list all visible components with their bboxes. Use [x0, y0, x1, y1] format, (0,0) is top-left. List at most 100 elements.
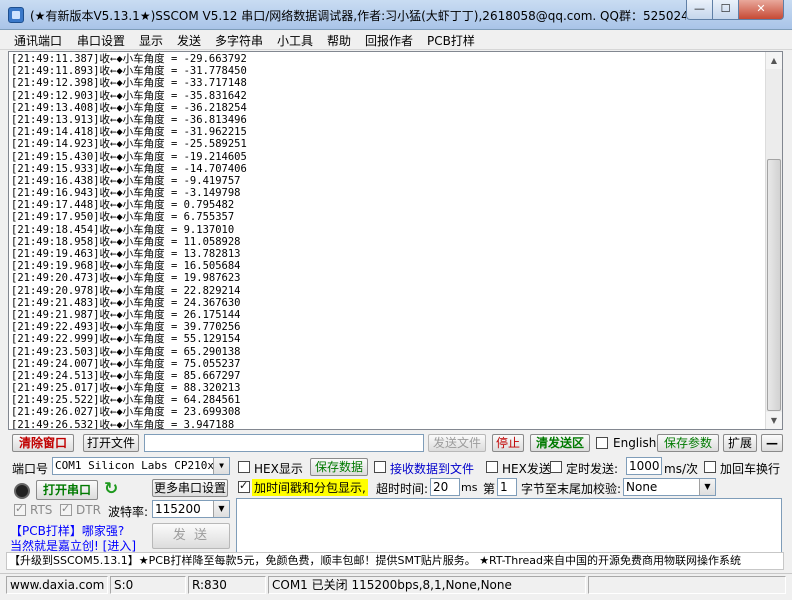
log-line: [21:49:16.438]收←◆小车角度 = -9.419757	[11, 174, 241, 187]
timestamp-label: 加时间戳和分包显示,	[252, 479, 368, 496]
log-line: [21:49:22.493]收←◆小车角度 = 39.770256	[11, 321, 241, 334]
scroll-down-icon[interactable]: ▼	[766, 412, 782, 429]
log-line: [21:49:15.933]收←◆小车角度 = -14.707406	[11, 162, 247, 175]
log-line: [21:49:26.532]收←◆小车角度 = 3.947188	[11, 418, 235, 430]
checksum-value: None	[626, 480, 658, 494]
menu-item-port[interactable]: 通讯端口	[12, 32, 64, 49]
log-line: [21:49:25.017]收←◆小车角度 = 88.320213	[11, 382, 241, 395]
expand-button[interactable]: 扩展	[723, 434, 757, 452]
clear-window-button[interactable]: 清除窗口	[12, 434, 74, 452]
hex-display-checkbox[interactable]	[238, 461, 250, 473]
baud-label: 波特率:	[108, 505, 149, 519]
english-checkbox[interactable]	[596, 437, 608, 449]
recv-to-file-checkbox[interactable]	[374, 461, 386, 473]
more-settings-button[interactable]: 更多串口设置	[152, 479, 228, 497]
hex-display-label: HEX显示	[254, 462, 303, 476]
hex-send-label: HEX发送	[502, 462, 551, 476]
menu-item-send[interactable]: 发送	[175, 32, 203, 49]
timeout-input[interactable]: 20	[430, 478, 460, 496]
file-path-input[interactable]	[144, 434, 424, 452]
timed-send-checkbox[interactable]	[550, 461, 562, 473]
log-line: [21:49:20.978]收←◆小车角度 = 22.829214	[11, 284, 241, 297]
interval-unit: ms/次	[664, 462, 698, 476]
maximize-button[interactable]: ☐	[712, 0, 739, 20]
add-crlf-checkbox[interactable]	[704, 461, 716, 473]
log-line: [21:49:14.923]收←◆小车角度 = -25.589251	[11, 138, 247, 151]
dtr-label: DTR	[76, 503, 101, 517]
status-website[interactable]: www.daxia.com	[6, 576, 108, 594]
log-line: [21:49:18.958]收←◆小车角度 = 11.058928	[11, 235, 241, 248]
clear-send-button[interactable]: 清发送区	[530, 434, 590, 452]
title-bar: (★有新版本V5.13.1★)SSCOM V5.12 串口/网络数据调试器,作者…	[0, 0, 792, 30]
refresh-icon[interactable]: ↻	[104, 479, 118, 499]
open-file-button[interactable]: 打开文件	[83, 434, 139, 452]
menu-bar: 通讯端口 串口设置 显示 发送 多字符串 小工具 帮助 回报作者 PCB打样	[0, 30, 792, 50]
chevron-down-icon[interactable]: ▼	[213, 501, 229, 517]
log-line: [21:49:23.503]收←◆小车角度 = 65.290138	[11, 345, 241, 358]
save-data-button[interactable]: 保存数据	[310, 458, 368, 476]
log-line: [21:49:15.430]收←◆小车角度 = -19.214605	[11, 150, 247, 163]
english-label: English	[613, 436, 657, 450]
timestamp-checkbox[interactable]	[238, 479, 250, 493]
open-port-button[interactable]: 打开串口	[36, 480, 98, 500]
status-empty	[588, 576, 786, 594]
log-line: [21:49:21.483]收←◆小车角度 = 24.367630	[11, 296, 241, 309]
minimize-button[interactable]: —	[686, 0, 713, 20]
jlc-promo-link[interactable]: [进入]	[103, 539, 136, 553]
recv-to-file-label: 接收数据到文件	[390, 462, 475, 476]
timeout-label: 超时时间:	[376, 482, 429, 496]
port-status-icon	[14, 483, 30, 499]
promo-ticker[interactable]: 【升级到SSCOM5.13.1】★PCB打样降至每款5元，免颜色费，顺丰包邮！提…	[6, 552, 784, 570]
hex-send-checkbox[interactable]	[486, 461, 498, 473]
chevron-down-icon[interactable]: ▼	[699, 479, 715, 495]
log-line: [21:49:16.943]收←◆小车角度 = -3.149798	[11, 187, 241, 200]
log-line: [21:49:24.513]收←◆小车角度 = 85.667297	[11, 369, 241, 382]
menu-item-help[interactable]: 帮助	[325, 32, 353, 49]
nth-input[interactable]: 1	[497, 478, 517, 496]
receive-log[interactable]: [21:49:11.387]收←◆小车角度 = -29.663792 [21:49…	[8, 51, 783, 430]
log-line: [21:49:17.448]收←◆小车角度 = 0.795482	[11, 199, 235, 212]
log-line: [21:49:21.987]收←◆小车角度 = 26.175144	[11, 308, 241, 321]
log-line: [21:49:19.968]收←◆小车角度 = 16.505684	[11, 260, 241, 273]
promo-ticker-text: 【升级到SSCOM5.13.1】★PCB打样降至每款5元，免颜色费，顺丰包邮！提…	[9, 554, 742, 567]
menu-item-display[interactable]: 显示	[137, 32, 165, 49]
rts-checkbox[interactable]	[14, 502, 26, 516]
menu-item-report-author[interactable]: 回报作者	[363, 32, 415, 49]
log-line: [21:49:20.473]收←◆小车角度 = 19.987623	[11, 272, 241, 285]
log-scrollbar[interactable]: ▲ ▼	[765, 52, 782, 429]
checksum-select[interactable]: None ▼	[623, 478, 716, 496]
menu-item-serial-settings[interactable]: 串口设置	[75, 32, 127, 49]
menu-item-pcb[interactable]: PCB打样	[425, 32, 477, 49]
menu-item-multi-string[interactable]: 多字符串	[213, 32, 265, 49]
checksum-label: 字节至末尾加校验:	[521, 482, 622, 496]
collapse-button[interactable]: —	[761, 434, 783, 452]
dtr-checkbox[interactable]	[60, 502, 72, 516]
log-line: [21:49:13.913]收←◆小车角度 = -36.813496	[11, 113, 247, 126]
log-line: [21:49:12.903]收←◆小车角度 = -35.831642	[11, 89, 247, 102]
port-select[interactable]: COM1 Silicon Labs CP210x U ▼	[52, 457, 230, 475]
rts-label: RTS	[30, 503, 53, 517]
status-received: R:830	[188, 576, 266, 594]
timed-send-label: 定时发送:	[566, 462, 619, 476]
send-button[interactable]: 发 送	[152, 523, 230, 549]
status-bar: www.daxia.com S:0 R:830 COM1 已关闭 115200b…	[0, 573, 792, 595]
log-line: [21:49:18.454]收←◆小车角度 = 9.137010	[11, 223, 235, 236]
scroll-thumb[interactable]	[767, 159, 781, 411]
save-params-button[interactable]: 保存参数	[657, 434, 719, 452]
log-line: [21:49:13.408]收←◆小车角度 = -36.218254	[11, 101, 247, 114]
log-line: [21:49:11.893]收←◆小车角度 = -31.778450	[11, 65, 247, 78]
add-crlf-label: 加回车换行	[720, 462, 781, 476]
scroll-up-icon[interactable]: ▲	[766, 52, 782, 69]
log-line: [21:49:26.027]收←◆小车角度 = 23.699308	[11, 406, 241, 419]
menu-item-tools[interactable]: 小工具	[275, 32, 315, 49]
chevron-down-icon[interactable]: ▼	[213, 458, 229, 474]
port-value: COM1 Silicon Labs CP210x U	[55, 459, 228, 472]
log-line: [21:49:19.463]收←◆小车角度 = 13.782813	[11, 248, 241, 260]
stop-button[interactable]: 停止	[492, 434, 524, 452]
close-button[interactable]: ✕	[738, 0, 784, 20]
send-file-button[interactable]: 发送文件	[428, 434, 486, 452]
interval-input[interactable]: 1000	[626, 457, 662, 475]
baud-select[interactable]: 115200 ▼	[152, 500, 230, 518]
log-line: [21:49:25.522]收←◆小车角度 = 64.284561	[11, 394, 241, 407]
status-port-state: COM1 已关闭 115200bps,8,1,None,None	[268, 576, 586, 594]
